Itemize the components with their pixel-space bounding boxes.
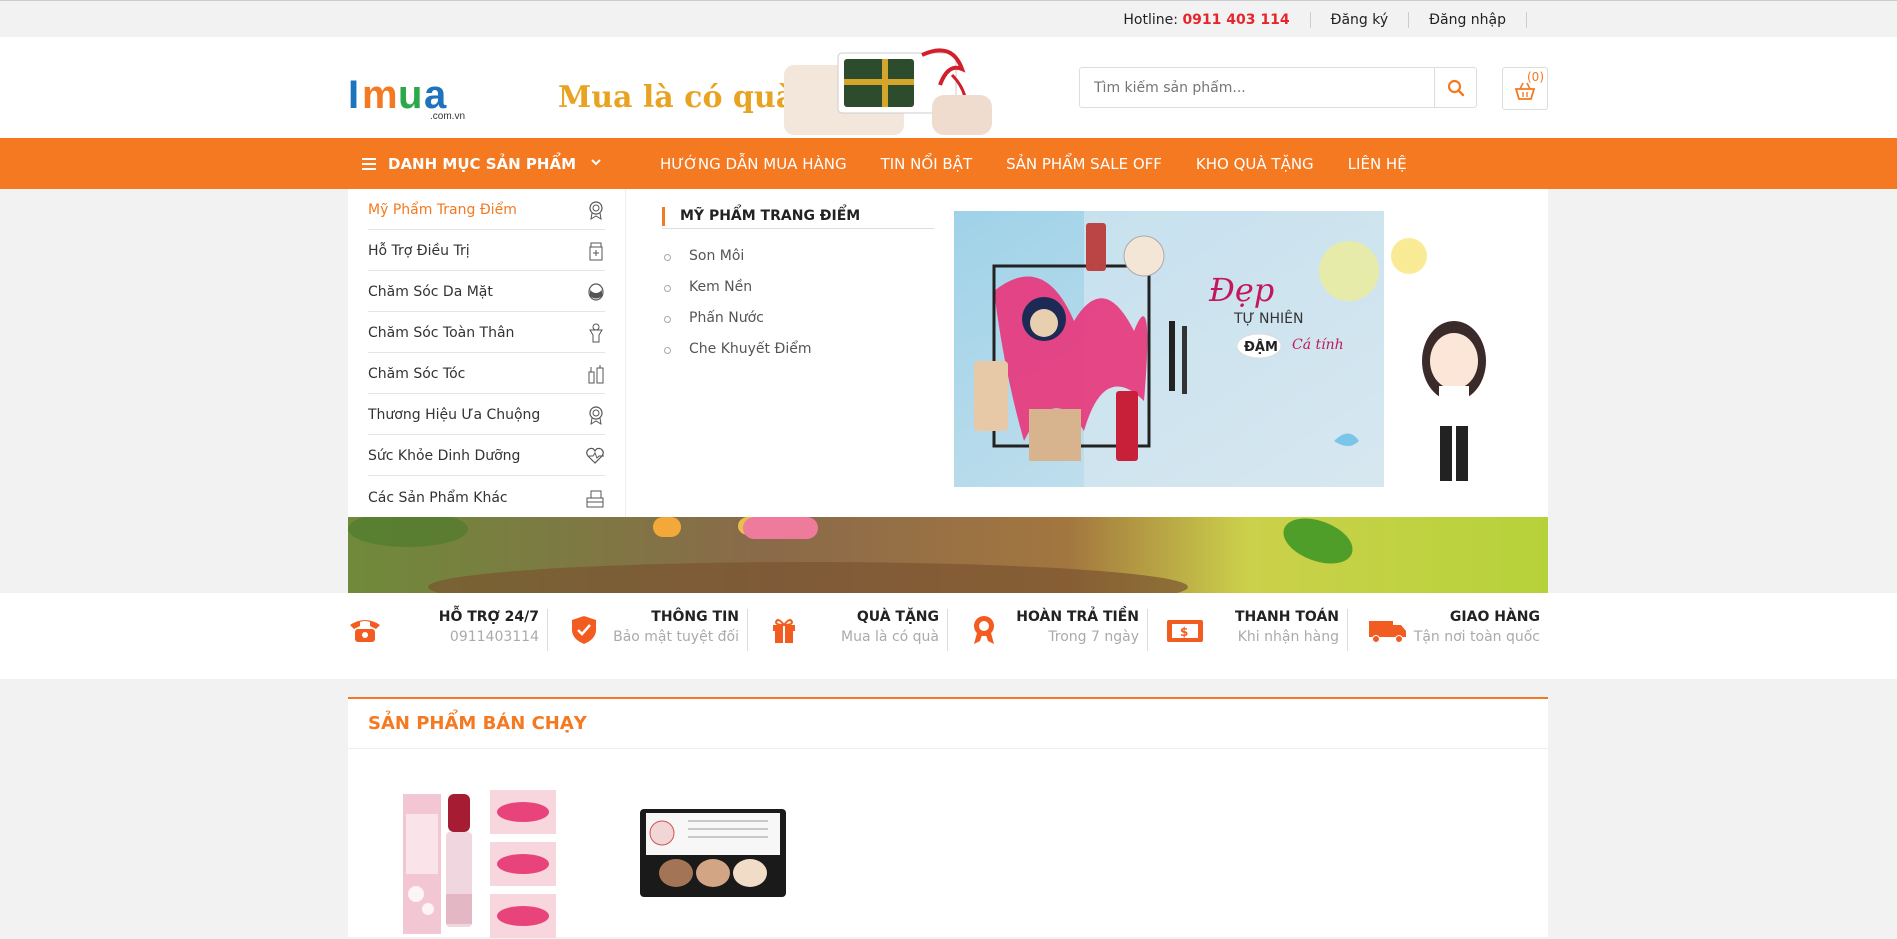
search-box [1079, 67, 1477, 108]
hotline: Hotline: 0911 403 114 [1103, 11, 1311, 28]
category-menu-label: DANH MỤC SẢN PHẨM [388, 154, 576, 173]
category-label: Sức Khỏe Dinh Dưỡng [368, 448, 521, 464]
feature-refund: HOÀN TRẢ TIỀN Trong 7 ngày [948, 609, 1148, 651]
gift-icon [773, 619, 795, 643]
feature-gift: QUÀ TẶNG Mua là có quà [748, 609, 948, 651]
section-title: SẢN PHẨM BÁN CHẠY [348, 699, 1548, 749]
cart-count: (0) [1527, 70, 1544, 84]
category-label: Hỗ Trợ Điều Trị [368, 243, 470, 259]
top-bar: Hotline: 0911 403 114 Đăng ký Đăng nhập [0, 0, 1897, 37]
promo-text: Mua là có quà [558, 80, 796, 115]
search-button[interactable] [1434, 68, 1476, 107]
svg-text:ĐẬM: ĐẬM [1244, 339, 1278, 355]
nav-link-gifts[interactable]: KHO QUÀ TẶNG [1196, 155, 1314, 173]
badge-icon [589, 201, 603, 220]
svg-text:.com.vn: .com.vn [430, 111, 465, 122]
submenu-item[interactable]: Phấn Nước [662, 303, 934, 334]
face-mask-icon [588, 283, 604, 301]
product-contour-palette-image[interactable] [638, 807, 788, 899]
feature-delivery: GIAO HÀNG Tận nơi toàn quốc [1348, 609, 1548, 651]
menu-icon [362, 157, 376, 170]
promo-banner[interactable]: Mua là có quà [552, 45, 1012, 135]
category-label: Thương Hiệu Ưa Chuộng [368, 407, 541, 423]
feature-title: THÔNG TIN [651, 609, 739, 625]
boxes-icon [586, 490, 604, 507]
product-lipstick-image[interactable] [398, 784, 558, 939]
chevron-down-icon [591, 159, 601, 166]
feature-desc: Bảo mật tuyệt đối [613, 629, 739, 645]
category-item[interactable]: Sức Khỏe Dinh Dưỡng [368, 435, 605, 476]
mega-menu: Mỹ Phẩm Trang Điểm Hỗ Trợ Điều Trị Chăm … [348, 189, 1548, 517]
category-label: Chăm Sóc Da Mặt [368, 284, 493, 300]
category-item[interactable]: Chăm Sóc Tóc [368, 353, 605, 394]
nav-link-news[interactable]: TIN NỔI BẬT [881, 155, 973, 173]
category-label: Các Sản Phẩm Khác [368, 489, 508, 506]
feature-support: HỖ TRỢ 24/7 0911403114 [348, 609, 548, 651]
site-logo[interactable]: I m u a .com.vn [348, 73, 478, 125]
hair-products-icon [588, 365, 604, 384]
svg-text:u: u [398, 75, 422, 117]
svg-text:m: m [362, 75, 398, 117]
feature-title: HỖ TRỢ 24/7 [438, 609, 539, 625]
nav-link-contact[interactable]: LIÊN HỆ [1348, 155, 1407, 173]
login-link[interactable]: Đăng nhập [1409, 11, 1527, 28]
svg-text:Cá tính: Cá tính [1292, 337, 1344, 353]
category-item[interactable]: Các Sản Phẩm Khác [368, 476, 605, 517]
header: I m u a .com.vn Mua là có quà Tìm kiếm s… [0, 37, 1897, 138]
feature-desc: Tận nơi toàn quốc [1413, 629, 1540, 645]
shield-icon [572, 616, 596, 644]
feature-desc: 0911403114 [449, 629, 539, 645]
feature-desc: Khi nhận hàng [1237, 629, 1339, 645]
feature-payment: $ THANH TOÁN Khi nhận hàng [1148, 609, 1348, 651]
phone-icon [350, 620, 380, 642]
svg-text:I: I [348, 75, 359, 117]
main-nav: DANH MỤC SẢN PHẨM HƯỚNG DẪN MUA HÀNG TIN… [0, 138, 1897, 189]
search-icon [1447, 79, 1464, 96]
award-icon [974, 616, 994, 644]
nav-link-sale[interactable]: SẢN PHẨM SALE OFF [1006, 155, 1162, 173]
feature-desc: Mua là có quà [841, 629, 939, 645]
feature-title: QUÀ TẶNG [856, 609, 939, 625]
category-item[interactable]: Mỹ Phẩm Trang Điểm [368, 189, 605, 230]
feature-title: GIAO HÀNG [1449, 609, 1540, 625]
feature-title: HOÀN TRẢ TIỀN [1016, 609, 1139, 625]
medicine-icon [589, 242, 603, 261]
submenu-item[interactable]: Kem Nền [662, 272, 934, 303]
hotline-number[interactable]: 0911 403 114 [1182, 12, 1289, 28]
truck-icon [1369, 621, 1406, 643]
category-item[interactable]: Hỗ Trợ Điều Trị [368, 230, 605, 271]
cart-button[interactable]: (0) [1502, 67, 1548, 110]
cash-icon: $ [1167, 620, 1203, 642]
submenu-item[interactable]: Son Môi [662, 241, 934, 272]
svg-text:TỰ NHIÊN: TỰ NHIÊN [1233, 309, 1303, 327]
nav-link-guide[interactable]: HƯỚNG DẪN MUA HÀNG [660, 155, 847, 173]
category-list: Mỹ Phẩm Trang Điểm Hỗ Trợ Điều Trị Chăm … [348, 189, 626, 517]
category-label: Chăm Sóc Toàn Thân [368, 325, 515, 341]
nature-banner-strip [348, 517, 1548, 593]
bestseller-section: SẢN PHẨM BÁN CHẠY [348, 697, 1548, 939]
svg-text:Đẹp: Đẹp [1208, 271, 1274, 309]
hotline-label: Hotline: [1123, 11, 1178, 28]
feature-desc: Trong 7 ngày [1048, 629, 1139, 645]
makeup-promo-banner[interactable]: Đẹp TỰ NHIÊN ĐẬM Cá tính [954, 211, 1521, 487]
heart-pulse-icon [586, 447, 604, 464]
feature-security: THÔNG TIN Bảo mật tuyệt đối [548, 609, 748, 651]
badge-icon [589, 406, 603, 425]
category-label: Mỹ Phẩm Trang Điểm [368, 202, 517, 218]
submenu-title: MỸ PHẨM TRANG ĐIỂM [662, 207, 934, 226]
category-item[interactable]: Chăm Sóc Toàn Thân [368, 312, 605, 353]
svg-text:$: $ [1180, 625, 1188, 639]
submenu: MỸ PHẨM TRANG ĐIỂM Son Môi Kem Nền Phấn … [662, 207, 934, 365]
submenu-item[interactable]: Che Khuyết Điểm [662, 334, 934, 365]
category-item[interactable]: Chăm Sóc Da Mặt [368, 271, 605, 312]
features-bar: HỖ TRỢ 24/7 0911403114 THÔNG TIN Bảo mật… [0, 593, 1897, 679]
category-label: Chăm Sóc Tóc [368, 366, 466, 382]
body-icon [589, 323, 603, 343]
category-item[interactable]: Thương Hiệu Ưa Chuộng [368, 394, 605, 435]
register-link[interactable]: Đăng ký [1311, 11, 1410, 28]
basket-icon [1514, 82, 1536, 100]
feature-title: THANH TOÁN [1234, 609, 1339, 625]
category-menu-toggle[interactable]: DANH MỤC SẢN PHẨM [348, 138, 626, 189]
search-input[interactable] [1080, 68, 1434, 107]
